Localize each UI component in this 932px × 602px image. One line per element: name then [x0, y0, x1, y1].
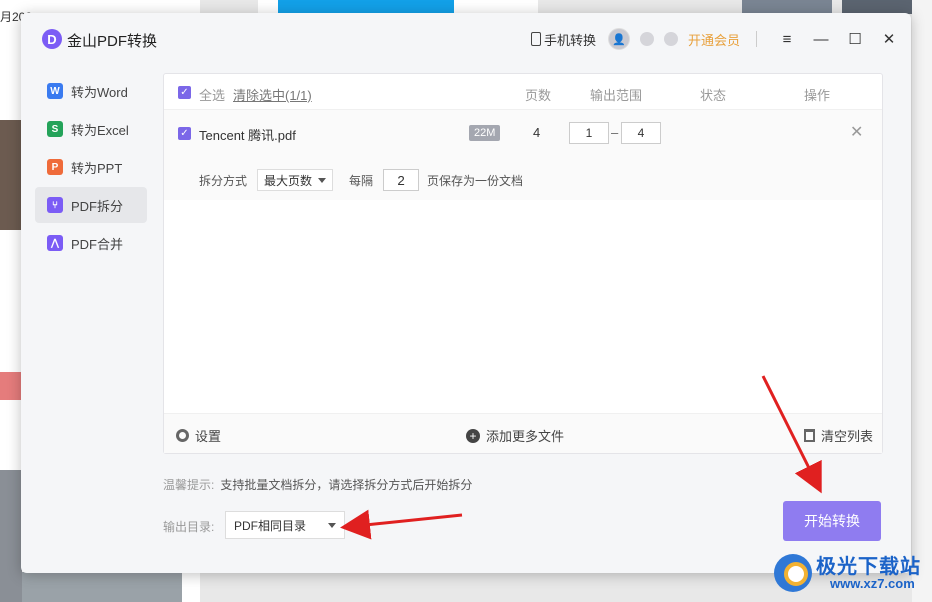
minimize-icon[interactable]: —: [811, 29, 831, 49]
file-list-header: ✓ 全选 清除选中(1/1) 页数 输出范围 状态 操作: [164, 74, 882, 110]
titlebar-divider: [756, 31, 757, 47]
sidebar-item-icon: W: [47, 83, 63, 99]
output-dir-select[interactable]: PDF相同目录: [225, 511, 345, 539]
file-list-panel: ✓ 全选 清除选中(1/1) 页数 输出范围 状态 操作 ✓ Tencent 腾…: [163, 73, 883, 454]
file-checkbox[interactable]: ✓: [178, 127, 191, 140]
clear-list-button[interactable]: 清空列表: [804, 426, 873, 445]
watermark-url: www.xz7.com: [830, 576, 915, 591]
file-page-count: 4: [533, 125, 541, 140]
sidebar-item-3[interactable]: ⑂ PDF拆分: [35, 187, 147, 223]
watermark-logo: 极光下载站 www.xz7.com: [772, 548, 928, 598]
chevron-down-icon: [318, 177, 327, 183]
split-method-select[interactable]: 最大页数: [257, 169, 334, 191]
sidebar-item-1[interactable]: S 转为Excel: [35, 111, 147, 147]
tip-label: 温馨提示:: [163, 478, 215, 492]
sidebar-item-4[interactable]: ⋀ PDF合并: [35, 225, 147, 261]
chevron-down-icon: [328, 522, 336, 528]
avatar[interactable]: 👤: [607, 28, 630, 50]
menu-icon[interactable]: ≡: [777, 29, 797, 49]
column-header-range: 输出范围: [590, 88, 643, 103]
background-photo: [22, 572, 182, 602]
close-icon[interactable]: ✕: [879, 29, 899, 49]
range-to-input[interactable]: [621, 122, 661, 144]
settings-button[interactable]: 设置: [176, 426, 221, 445]
sidebar-item-icon: P: [47, 159, 63, 175]
sidebar-item-label: PDF拆分: [71, 198, 124, 214]
gear-icon: [176, 429, 189, 442]
clear-list-label: 清空列表: [821, 429, 874, 444]
app-title: 金山PDF转换: [67, 33, 158, 50]
background-window-right: [912, 0, 932, 602]
watermark-text: 极光下载站: [816, 556, 921, 578]
add-more-files-button[interactable]: + 添加更多文件: [466, 426, 564, 445]
sidebar-item-label: 转为Excel: [71, 122, 129, 138]
trash-icon: [804, 429, 815, 442]
background-blue-strip: [278, 0, 454, 14]
maximize-icon[interactable]: ☐: [845, 29, 865, 49]
file-row: ✓ Tencent 腾讯.pdf 22M 4 – ✕ 拆分方式 最大页数 每隔 …: [164, 110, 882, 200]
sidebar-item-icon: ⑂: [47, 197, 63, 213]
output-dir-value: PDF相同目录: [234, 518, 307, 533]
plus-icon: +: [466, 428, 480, 443]
vip-badge-icon: [663, 32, 678, 46]
level-badge-icon: [639, 32, 654, 46]
split-suffix-label: 页保存为一份文档: [427, 173, 524, 188]
file-size-badge: 22M: [469, 125, 501, 141]
tip-message: 支持批量文档拆分，请选择拆分方式后开始拆分: [220, 478, 473, 492]
sidebar-item-icon: ⋀: [47, 235, 63, 251]
remove-file-icon[interactable]: ✕: [850, 122, 863, 142]
add-more-files-label: 添加更多文件: [486, 429, 565, 444]
background-photo: [742, 0, 832, 14]
sidebar-item-icon: S: [47, 121, 63, 137]
split-method-label: 拆分方式: [199, 173, 248, 188]
titlebar: D 金山PDF转换 手机转换 👤 开通会员 ≡ — ☐ ✕: [21, 13, 911, 65]
mobile-convert-label: 手机转换: [543, 32, 596, 48]
sidebar: W 转为Word S 转为Excel P 转为PPT ⑂ PDF拆分 ⋀ PDF合并: [35, 73, 147, 263]
background-photo: [0, 120, 22, 230]
background-banner: [0, 372, 22, 400]
file-list-footer: 设置 + 添加更多文件 清空列表: [164, 413, 882, 453]
sidebar-item-0[interactable]: W 转为Word: [35, 73, 147, 109]
watermark-logo-ring: [784, 562, 808, 586]
titlebar-actions: 手机转换 👤 开通会员 ≡ — ☐ ✕: [530, 27, 899, 51]
column-header-action: 操作: [804, 88, 831, 103]
start-convert-button[interactable]: 开始转换: [783, 501, 881, 541]
split-method-value: 最大页数: [264, 173, 313, 188]
every-label: 每隔: [349, 173, 374, 188]
file-name: Tencent 腾讯.pdf: [199, 128, 296, 143]
tip-text: 温馨提示: 支持批量文档拆分，请选择拆分方式后开始拆分: [163, 476, 472, 493]
column-header-pages: 页数: [525, 88, 552, 103]
settings-label: 设置: [195, 429, 222, 444]
sidebar-item-label: 转为PPT: [71, 160, 123, 176]
app-window: D 金山PDF转换 手机转换 👤 开通会员 ≡ — ☐ ✕ W 转为Word S 转为…: [21, 13, 911, 573]
range-from-input[interactable]: [569, 122, 609, 144]
range-dash: –: [611, 125, 619, 140]
app-logo-icon: D: [42, 29, 62, 49]
column-header-status: 状态: [700, 88, 727, 103]
background-photo: [0, 470, 22, 602]
sidebar-item-label: 转为Word: [71, 84, 128, 100]
mobile-convert-button[interactable]: 手机转换: [530, 30, 596, 49]
select-all-label[interactable]: 全选: [199, 85, 225, 104]
open-vip-link[interactable]: 开通会员: [688, 30, 740, 49]
clear-selected-link[interactable]: 清除选中(1/1): [233, 85, 312, 104]
select-all-checkbox[interactable]: ✓: [178, 86, 191, 99]
phone-icon: [530, 32, 541, 46]
output-dir-label: 输出目录:: [163, 520, 215, 534]
sidebar-item-2[interactable]: P 转为PPT: [35, 149, 147, 185]
split-options: 拆分方式 最大页数 每隔 页保存为一份文档: [199, 168, 523, 192]
sidebar-item-label: PDF合并: [71, 236, 124, 252]
every-pages-input[interactable]: [383, 169, 420, 191]
